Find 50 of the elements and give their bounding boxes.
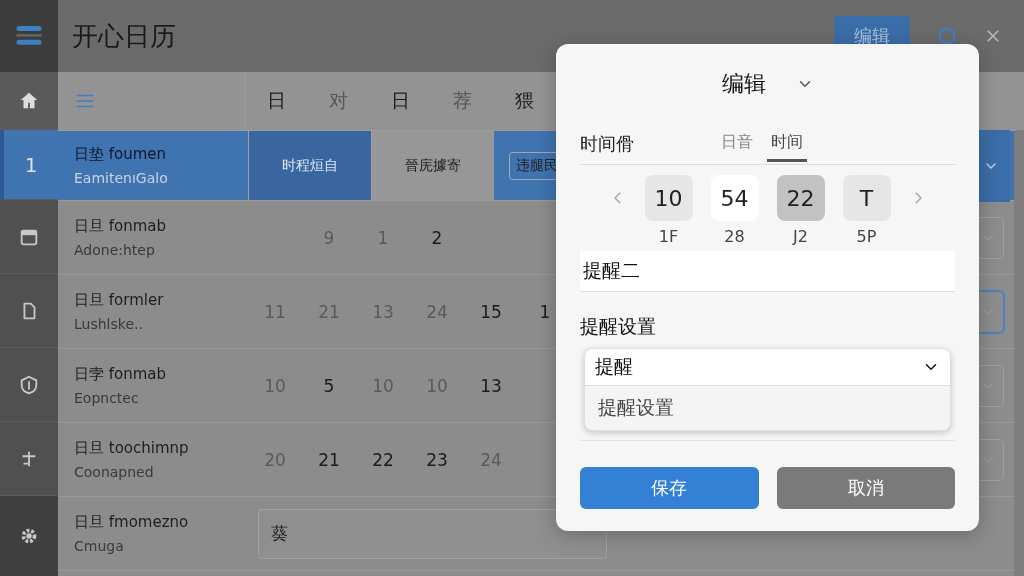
- row-subtitle: EamitenıGalo: [74, 170, 169, 186]
- column-header: 荐: [451, 88, 473, 113]
- app-title: 开心日历: [72, 19, 176, 53]
- time-option[interactable]: 54: [710, 175, 759, 221]
- day-number: 2: [430, 227, 444, 248]
- row-subtitle: Adone:htep: [74, 242, 156, 258]
- time-option[interactable]: 10: [644, 175, 693, 221]
- row-title: 日旦 fonmab: [74, 217, 168, 236]
- column-header: 日: [265, 88, 287, 113]
- scrollbar[interactable]: [1014, 130, 1024, 576]
- tab[interactable]: 时间: [767, 126, 807, 162]
- row-title: 日孛 fonmab: [74, 365, 168, 384]
- day-number: 21: [317, 449, 341, 470]
- name-field[interactable]: 提醒二: [580, 251, 955, 292]
- time-sublabel: 5P: [856, 227, 877, 246]
- row-title: 日旦 fmomezno: [74, 513, 190, 532]
- row-title: 日旦 formler: [74, 291, 165, 310]
- time-option[interactable]: 22: [776, 175, 825, 221]
- time-option[interactable]: T: [842, 175, 891, 221]
- day-number: 13: [479, 375, 503, 396]
- row-title: 日垫 foumen: [74, 145, 168, 164]
- event-cell[interactable]: 时程烜自: [248, 131, 371, 200]
- row-subtitle: Eopnctec: [74, 390, 140, 406]
- row-subtitle: Coonapned: [74, 464, 155, 480]
- rail-item[interactable]: 1: [0, 130, 58, 200]
- shield-icon[interactable]: [18, 373, 40, 396]
- time-sublabel: 1F: [658, 227, 679, 246]
- day-number: 1: [538, 301, 552, 322]
- table-cell: 晉庑據寄: [371, 131, 494, 200]
- row-subtitle: Lushlske..: [74, 316, 144, 332]
- time-sublabel: J2: [793, 227, 808, 246]
- section-label: 时间傦: [580, 132, 635, 156]
- row-subtitle: Cmuga: [74, 538, 125, 554]
- close-icon[interactable]: [984, 27, 1002, 45]
- day-number: 22: [371, 449, 395, 470]
- day-number: 23: [425, 449, 449, 470]
- day-number: 15: [479, 301, 503, 322]
- field-label: 提醒设置: [580, 314, 657, 339]
- column-header: 猥: [513, 88, 535, 113]
- column-header: 对: [327, 88, 349, 113]
- input-field[interactable]: 葵: [258, 508, 607, 559]
- dialog-title: 编辑: [721, 70, 766, 98]
- circle-icon[interactable]: [936, 25, 958, 47]
- column-header: 日: [389, 88, 411, 113]
- time-sublabel: 28: [724, 227, 745, 246]
- row-title: 日旦 toochimnp: [74, 439, 190, 458]
- select-field[interactable]: 提醒: [585, 349, 950, 386]
- save-button[interactable]: 保存: [580, 467, 759, 509]
- day-number: 5: [322, 375, 336, 396]
- cancel-button[interactable]: 取消: [776, 467, 955, 509]
